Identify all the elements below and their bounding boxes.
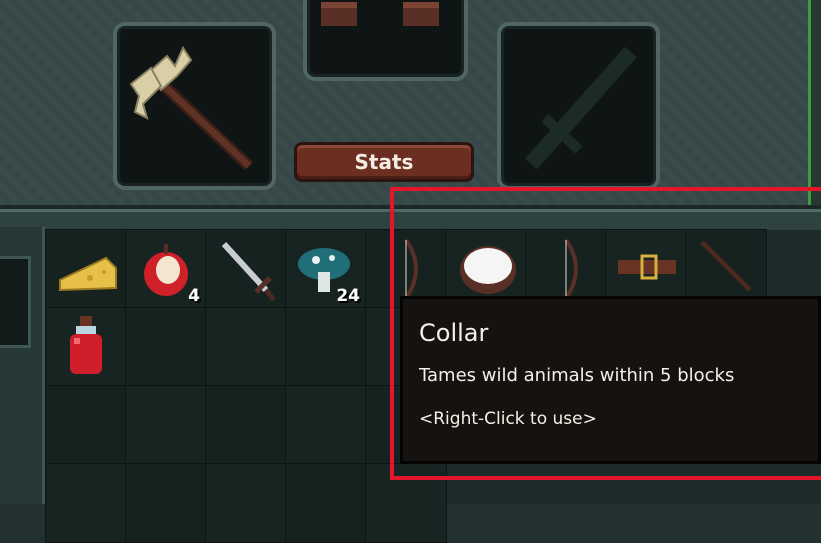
cheese-icon — [59, 256, 117, 292]
axe-icon — [129, 45, 254, 171]
side-bar — [808, 0, 821, 205]
inventory-slot[interactable] — [125, 307, 207, 387]
inventory-slot[interactable] — [285, 385, 367, 465]
sword-icon — [221, 241, 276, 302]
armor-slot[interactable] — [303, 0, 468, 81]
inventory-slot[interactable] — [365, 463, 447, 543]
inventory-slot[interactable] — [205, 307, 287, 387]
tooltip-hint: <Right-Click to use> — [419, 409, 597, 429]
inventory-slot[interactable] — [285, 307, 367, 387]
inventory-side-notch — [0, 256, 31, 348]
potion-icon — [70, 316, 102, 374]
item-count: 4 — [188, 286, 200, 306]
inventory-slot[interactable] — [45, 385, 127, 465]
equipment-panel: Stats — [0, 0, 821, 209]
inventory-slot[interactable] — [205, 385, 287, 465]
inventory-slot[interactable] — [45, 307, 127, 387]
inventory-slot[interactable] — [45, 463, 127, 543]
sword-silhouette-icon — [525, 46, 637, 170]
weapon-slot[interactable] — [113, 22, 276, 190]
inventory-slot[interactable] — [205, 229, 287, 309]
item-tooltip: Collar Tames wild animals within 5 block… — [400, 296, 821, 464]
inventory-slot[interactable]: 24 — [285, 229, 367, 309]
inventory-slot[interactable] — [285, 463, 367, 543]
tooltip-title: Collar — [419, 319, 489, 347]
offhand-slot[interactable] — [497, 22, 660, 190]
inventory-slot[interactable] — [125, 385, 207, 465]
inventory-slot[interactable]: 4 — [125, 229, 207, 309]
inventory-slot[interactable] — [45, 229, 127, 309]
stats-button[interactable]: Stats — [294, 142, 474, 182]
tooltip-description: Tames wild animals within 5 blocks — [419, 365, 735, 386]
inventory-frame-top — [0, 209, 821, 230]
inventory-slot[interactable] — [125, 463, 207, 543]
item-count: 24 — [336, 286, 360, 306]
inventory-slot[interactable] — [205, 463, 287, 543]
boots-icon — [321, 2, 439, 26]
